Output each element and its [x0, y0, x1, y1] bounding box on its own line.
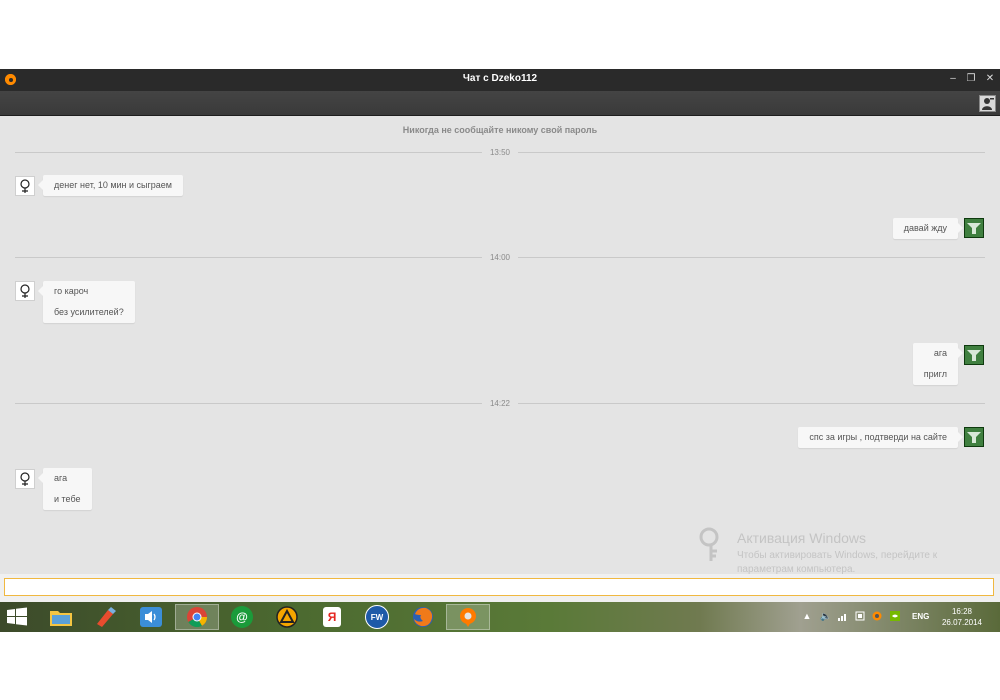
nvidia-icon[interactable]	[890, 611, 900, 621]
network-icon[interactable]	[855, 611, 865, 621]
restore-button[interactable]: ❐	[964, 72, 978, 86]
time-separator: 14:22	[15, 399, 985, 408]
taskbar-audio[interactable]	[129, 604, 173, 630]
contact-avatar[interactable]	[15, 281, 35, 301]
minimize-button[interactable]: –	[946, 72, 960, 86]
stick-figure-icon	[20, 179, 30, 193]
message-text: ага	[933, 348, 947, 358]
taskbar-paint[interactable]	[84, 604, 128, 630]
my-avatar[interactable]	[964, 218, 984, 238]
paint-icon	[97, 607, 116, 627]
language-indicator[interactable]: ENG	[912, 612, 929, 621]
time-separator: 13:50	[15, 148, 985, 157]
title-bar[interactable]: Чат с Dzeko112 – ❐ ✕	[0, 69, 1000, 91]
signal-icon[interactable]	[838, 611, 848, 621]
my-avatar[interactable]	[964, 345, 984, 365]
taskbar-chrome[interactable]	[175, 604, 219, 630]
user-picture-icon	[965, 219, 983, 237]
stick-figure-icon	[20, 472, 30, 486]
tray-expand-icon[interactable]: ▲	[802, 611, 812, 621]
at-icon: @	[231, 606, 253, 628]
message-text: и тебе	[54, 494, 81, 504]
watermark-text: Чтобы активировать Windows, перейдите к …	[737, 550, 938, 575]
chrome-icon	[187, 607, 208, 628]
start-button[interactable]	[0, 602, 34, 632]
message-text: давай жду	[903, 223, 947, 233]
watermark-title: Активация Windows	[737, 530, 867, 546]
clock-time: 16:28	[951, 607, 973, 616]
close-button[interactable]: ✕	[983, 72, 997, 86]
taskbar: @ Я FW ▲ 🔈 ENG 16:28 26.07.2014	[0, 602, 1000, 632]
contact-avatar[interactable]	[15, 469, 35, 489]
aimp-icon	[276, 606, 298, 628]
taskbar-explorer[interactable]	[39, 604, 83, 630]
clock[interactable]: 16:28 26.07.2014	[938, 606, 986, 628]
separator-time: 14:00	[481, 253, 519, 262]
message-bubble-incoming: го кароч без усилителей?	[38, 281, 135, 323]
user-picture-icon	[965, 346, 983, 364]
message-bubble-incoming: денег нет, 10 мин и сыграем	[38, 175, 183, 196]
message-text: пригл	[923, 369, 947, 379]
message-text: го кароч	[54, 286, 89, 296]
firefox-icon	[413, 607, 433, 627]
user-picture-icon	[965, 428, 983, 446]
taskbar-mail-agent[interactable]: @	[220, 604, 264, 630]
message-text: ага	[54, 473, 68, 483]
message-input-area	[0, 574, 1000, 602]
chat-app-icon	[460, 608, 476, 627]
key-icon	[699, 527, 719, 561]
separator-time: 14:22	[481, 399, 519, 408]
message-text: денег нет, 10 мин и сыграем	[54, 180, 172, 190]
volume-icon[interactable]: 🔈	[820, 611, 831, 621]
mail-agent-tray-icon[interactable]	[872, 611, 882, 621]
time-separator: 14:00	[15, 253, 985, 262]
taskbar-yandex[interactable]: Я	[310, 604, 354, 630]
profile-button[interactable]	[979, 95, 996, 112]
clock-date: 26.07.2014	[941, 618, 983, 627]
folder-icon	[50, 611, 72, 626]
separator-time: 13:50	[481, 148, 519, 157]
security-notice: Никогда не сообщайте никому свой пароль	[402, 125, 598, 135]
my-avatar[interactable]	[964, 427, 984, 447]
chat-window: Чат с Dzeko112 – ❐ ✕ Никогда не сообщайт…	[0, 69, 1000, 602]
taskbar-aimp[interactable]	[265, 604, 309, 630]
message-input[interactable]	[4, 578, 994, 596]
chat-toolbar	[0, 91, 1000, 116]
message-bubble-outgoing: ага пригл	[912, 343, 964, 385]
taskbar-firefox[interactable]	[401, 604, 445, 630]
message-bubble-outgoing: спс за игры , подтверди на сайте	[798, 427, 963, 448]
yandex-icon: Я	[323, 607, 341, 627]
taskbar-chat-app[interactable]	[446, 604, 490, 630]
window-title: Чат с Dzeko112	[462, 73, 538, 84]
message-text: без усилителей?	[54, 307, 124, 317]
stick-figure-icon	[20, 284, 30, 298]
taskbar-fw[interactable]: FW	[355, 604, 399, 630]
message-bubble-outgoing: давай жду	[892, 218, 964, 239]
user-profile-icon	[982, 98, 994, 110]
fw-icon: FW	[365, 605, 389, 629]
contact-avatar[interactable]	[15, 176, 35, 196]
speaker-app-icon	[140, 607, 162, 627]
windows-logo-icon	[7, 607, 27, 626]
message-bubble-incoming: ага и тебе	[38, 468, 92, 510]
message-text: спс за игры , подтверди на сайте	[809, 432, 947, 442]
